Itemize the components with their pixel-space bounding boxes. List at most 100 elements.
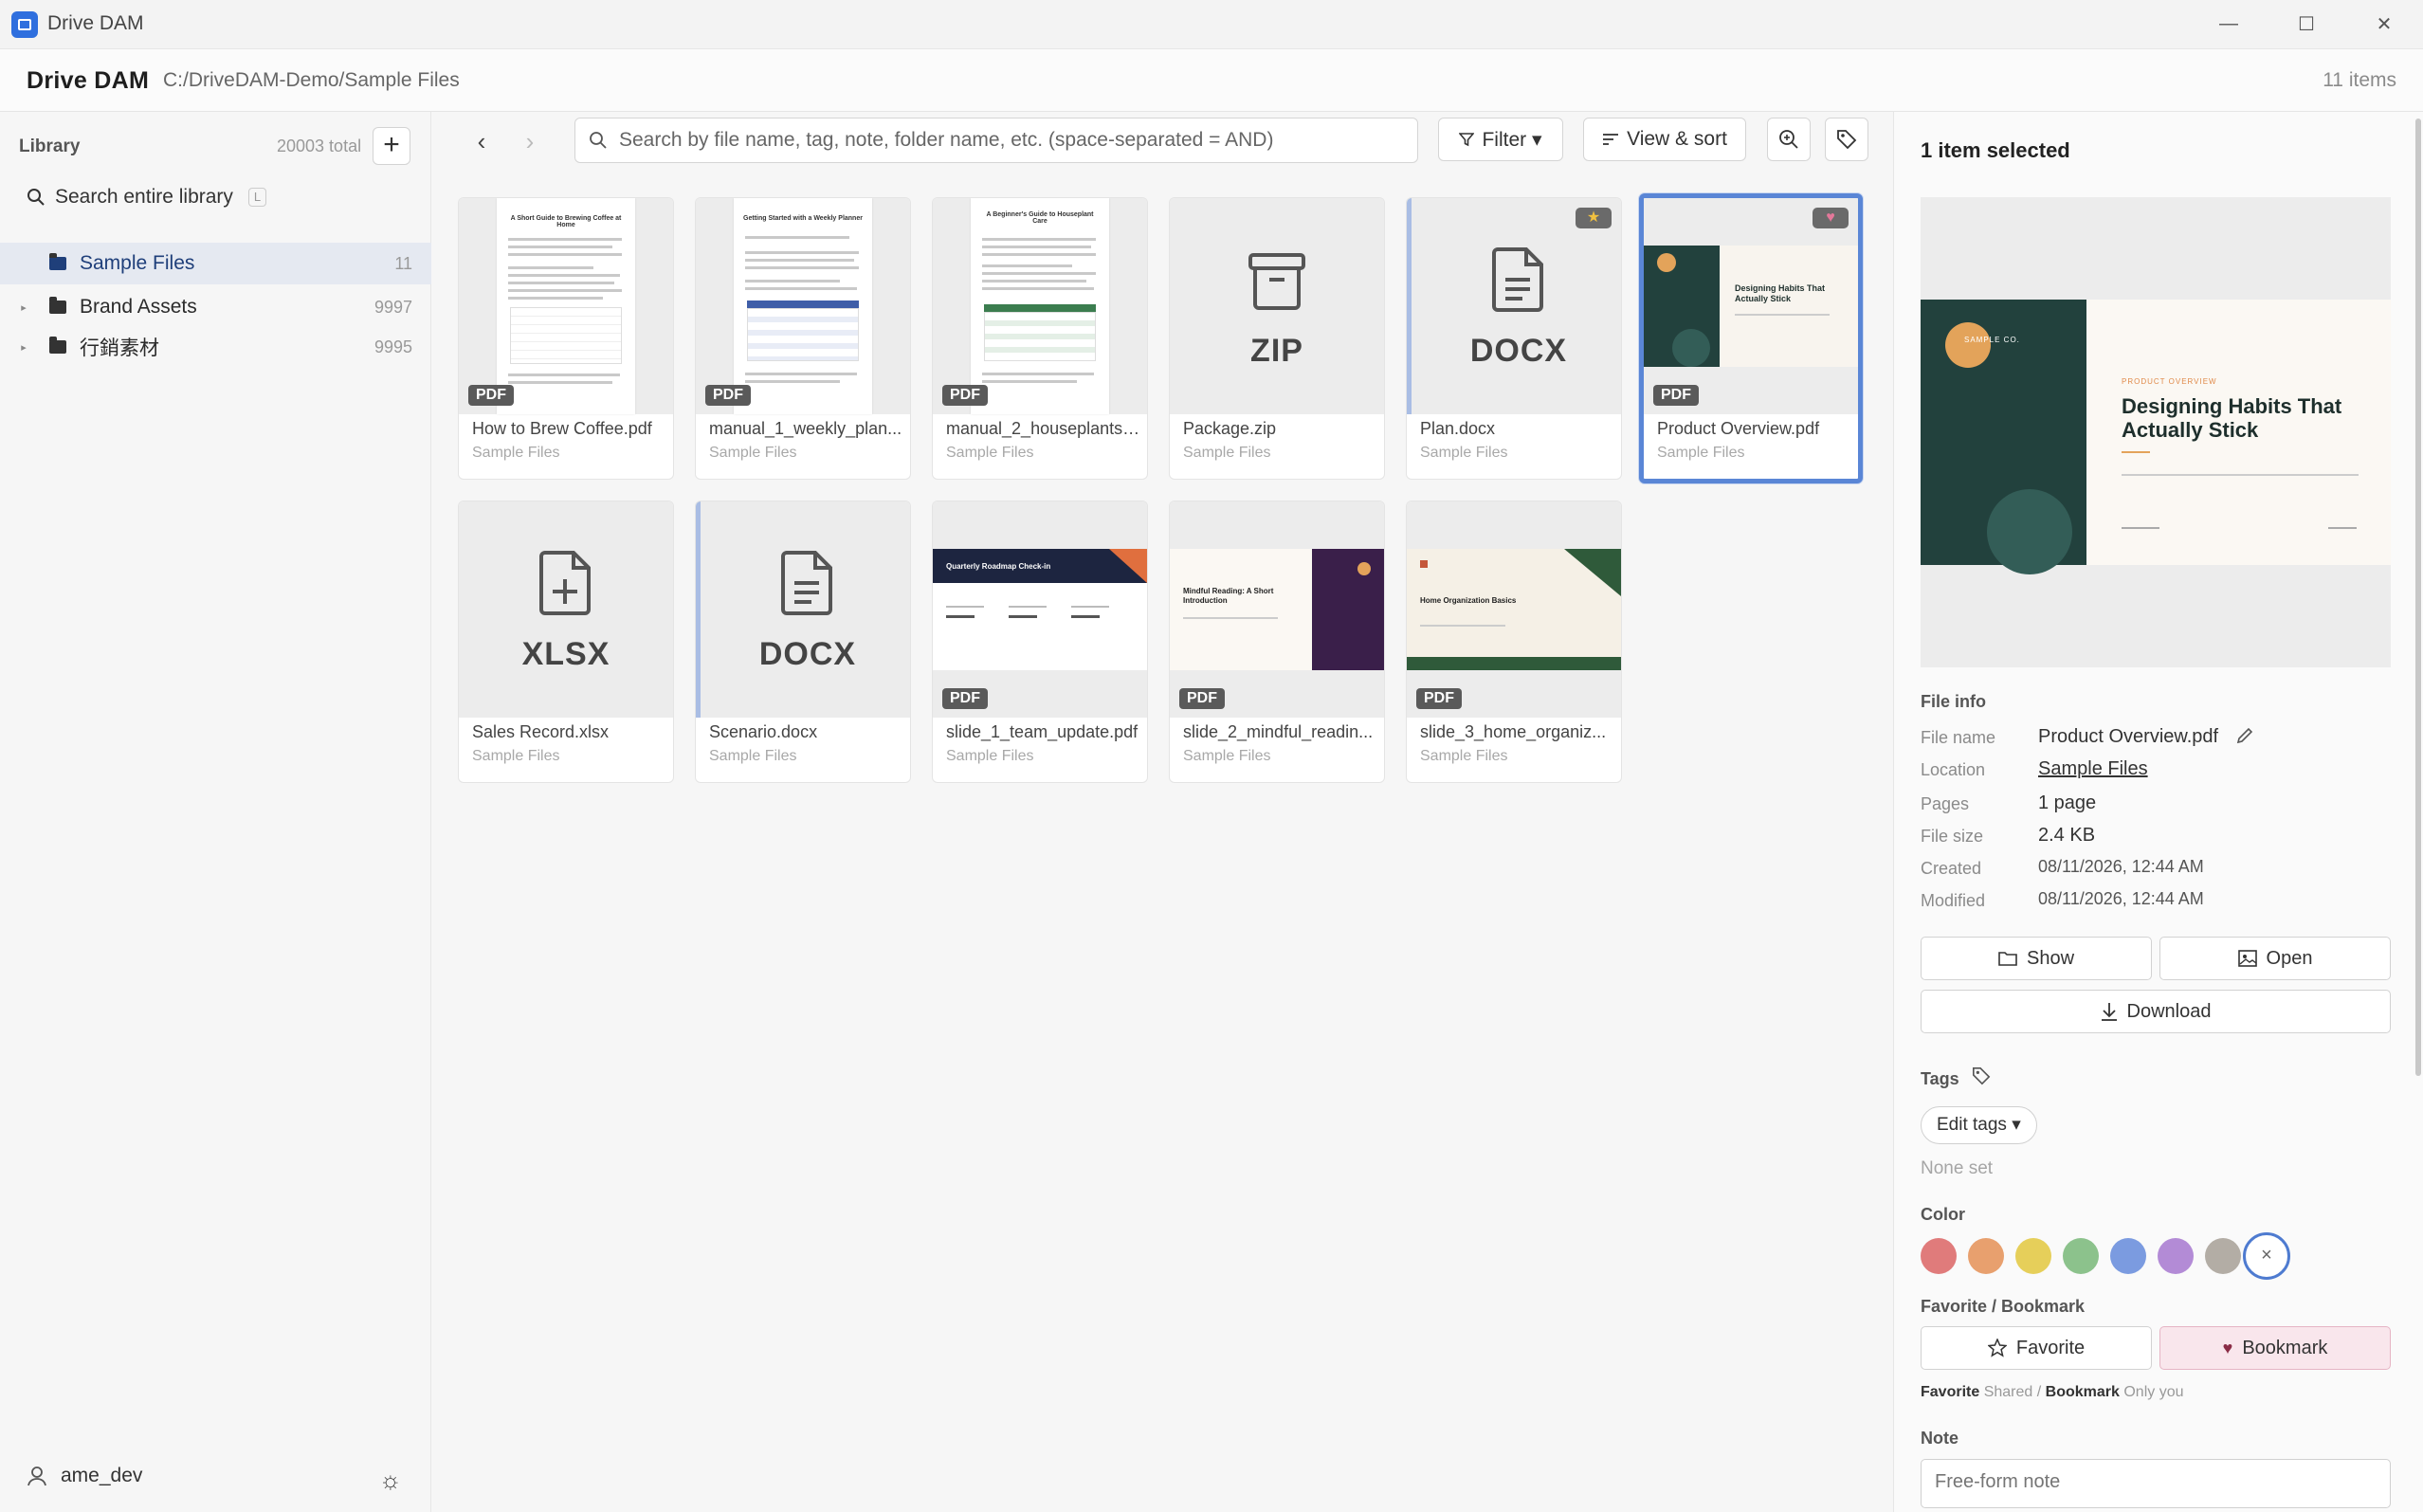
sidebar-item-count: 9997 — [373, 297, 412, 317]
search-input[interactable] — [619, 129, 1396, 152]
file-name: slide_3_home_organiz... — [1420, 722, 1607, 741]
color-swatch[interactable] — [2063, 1238, 2099, 1274]
file-name: manual_2_houseplants.... — [946, 419, 1140, 438]
file-location: Sample Files — [1657, 445, 1745, 461]
hint-shared: Shared / — [1983, 1384, 2042, 1400]
info-key: File name — [1921, 728, 1996, 747]
maximize-button[interactable]: ☐ — [2268, 0, 2345, 47]
info-location-link[interactable]: Sample Files — [2038, 758, 2148, 780]
sidebar-item-count: 9995 — [373, 337, 412, 356]
file-card[interactable]: A Short Guide to Brewing Coffee at Home … — [458, 197, 674, 480]
sidebar-item-brand-assets[interactable]: ▸ Brand Assets 9997 — [0, 286, 431, 328]
color-clear-button[interactable]: × — [2243, 1232, 2290, 1280]
color-swatch[interactable] — [2158, 1238, 2194, 1274]
favorite-label: Favorite — [2015, 1337, 2086, 1358]
user-icon — [27, 1466, 46, 1486]
file-type-badge: PDF — [942, 385, 988, 406]
file-card[interactable]: DOCX Scenario.docx Sample Files — [695, 501, 911, 783]
sidebar-item-count: 11 — [394, 253, 412, 273]
note-input[interactable] — [1921, 1459, 2391, 1508]
file-name: manual_1_weekly_plan... — [709, 419, 902, 438]
file-card[interactable]: Quarterly Roadmap Check-in PDF slide_1_t… — [932, 501, 1148, 783]
file-card-selected[interactable]: Designing Habits That Actually Stick ♥ P… — [1639, 193, 1863, 483]
search-icon — [590, 132, 607, 149]
view-sort-label: View & sort — [1627, 128, 1727, 150]
color-swatch[interactable] — [1921, 1238, 1957, 1274]
add-library-button[interactable]: + — [373, 127, 410, 165]
file-card[interactable]: Mindful Reading: A Short Introduction PD… — [1169, 501, 1385, 783]
file-thumbnail: DOCX — [696, 501, 910, 718]
file-card[interactable]: XLSX Sales Record.xlsx Sample Files — [458, 501, 674, 783]
expand-caret-icon[interactable]: ▸ — [13, 301, 34, 314]
slide-title: Designing Habits That Actually Stick — [1735, 283, 1826, 303]
sidebar-item-sample-files[interactable]: Sample Files 11 — [0, 243, 431, 284]
shortcut-hint: L — [247, 188, 267, 207]
file-thumbnail: A Short Guide to Brewing Coffee at Home — [459, 198, 673, 414]
minimize-button[interactable]: — — [2190, 0, 2268, 47]
bookmark-heart-icon: ♥ — [1813, 208, 1849, 228]
file-location: Sample Files — [1183, 748, 1271, 764]
file-card[interactable]: DOCX ★ Plan.docx Sample Files — [1406, 197, 1622, 480]
window-titlebar — [0, 0, 2423, 49]
edit-pencil-icon[interactable] — [2235, 726, 2254, 745]
forward-button[interactable]: › — [511, 123, 549, 161]
star-outline-icon — [1987, 1339, 2007, 1357]
download-button[interactable]: Download — [1921, 990, 2391, 1033]
folder-icon — [49, 297, 66, 314]
favorite-button[interactable]: Favorite — [1921, 1326, 2152, 1370]
color-swatch[interactable] — [1968, 1238, 2004, 1274]
tags-heading: Tags — [1921, 1069, 1959, 1088]
library-label: Library — [19, 137, 81, 156]
download-label: Download — [2126, 1000, 2212, 1022]
preview-title: Designing Habits That Actually Stick — [2122, 394, 2342, 442]
folder-icon — [49, 253, 66, 270]
zoom-button[interactable] — [1767, 118, 1811, 161]
filter-button[interactable]: Filter ▾ — [1438, 118, 1563, 161]
favorite-bookmark-hint: Favorite Shared / Bookmark Only you — [1921, 1384, 2183, 1401]
tag-icon — [1973, 1067, 1991, 1085]
slide-title: Home Organization Basics — [1420, 596, 1517, 605]
color-swatch[interactable] — [2205, 1238, 2241, 1274]
document-icon — [781, 551, 832, 615]
file-thumbnail: A Beginner's Guide to Houseplant Care — [933, 198, 1147, 414]
search-library-label: Search entire library — [55, 186, 233, 208]
open-button[interactable]: Open — [2159, 937, 2391, 980]
file-card[interactable]: Getting Started with a Weekly Planner PD… — [695, 197, 911, 480]
file-type-label: DOCX — [1469, 333, 1568, 369]
file-name: Sales Record.xlsx — [472, 722, 610, 741]
show-button[interactable]: Show — [1921, 937, 2152, 980]
file-location: Sample Files — [946, 445, 1034, 461]
color-swatch[interactable] — [2015, 1238, 2051, 1274]
library-total: 20003 total — [277, 137, 362, 155]
tag-icon — [1837, 130, 1857, 150]
sidebar-item-marketing[interactable]: ▸ 行銷素材 9995 — [0, 326, 431, 368]
edit-tags-button[interactable]: Edit tags ▾ — [1921, 1106, 2037, 1144]
color-swatch[interactable] — [2110, 1238, 2146, 1274]
scrollbar[interactable] — [2415, 118, 2421, 1076]
view-sort-button[interactable]: View & sort — [1583, 118, 1746, 161]
file-location: Sample Files — [709, 748, 797, 764]
file-card[interactable]: ZIP Package.zip Sample Files — [1169, 197, 1385, 480]
user-account[interactable]: ame_dev — [27, 1465, 142, 1487]
file-name: How to Brew Coffee.pdf — [472, 419, 652, 438]
search-library-link[interactable]: Search entire library L — [27, 186, 267, 209]
file-name: slide_1_team_update.pdf — [946, 722, 1139, 741]
sidebar-item-label: Brand Assets — [80, 296, 197, 318]
zoom-in-icon — [1779, 130, 1798, 149]
bookmark-button[interactable]: ♥ Bookmark — [2159, 1326, 2391, 1370]
slide-title: Mindful Reading: A Short Introduction — [1183, 587, 1274, 605]
file-name: Plan.docx — [1420, 419, 1496, 438]
expand-caret-icon[interactable]: ▸ — [13, 341, 34, 354]
back-button[interactable]: ‹ — [463, 123, 501, 161]
close-button[interactable]: ✕ — [2345, 0, 2423, 47]
file-type-badge: PDF — [705, 385, 751, 406]
search-bar[interactable] — [574, 118, 1418, 163]
file-thumbnail: XLSX — [459, 501, 673, 718]
file-card[interactable]: Home Organization Basics PDF slide_3_hom… — [1406, 501, 1622, 783]
search-icon — [27, 189, 45, 206]
info-key: Pages — [1921, 794, 1970, 813]
file-thumbnail: DOCX — [1407, 198, 1621, 414]
file-card[interactable]: A Beginner's Guide to Houseplant Care PD… — [932, 197, 1148, 480]
tag-button[interactable] — [1825, 118, 1868, 161]
theme-toggle-icon[interactable]: ☼ — [379, 1466, 402, 1495]
